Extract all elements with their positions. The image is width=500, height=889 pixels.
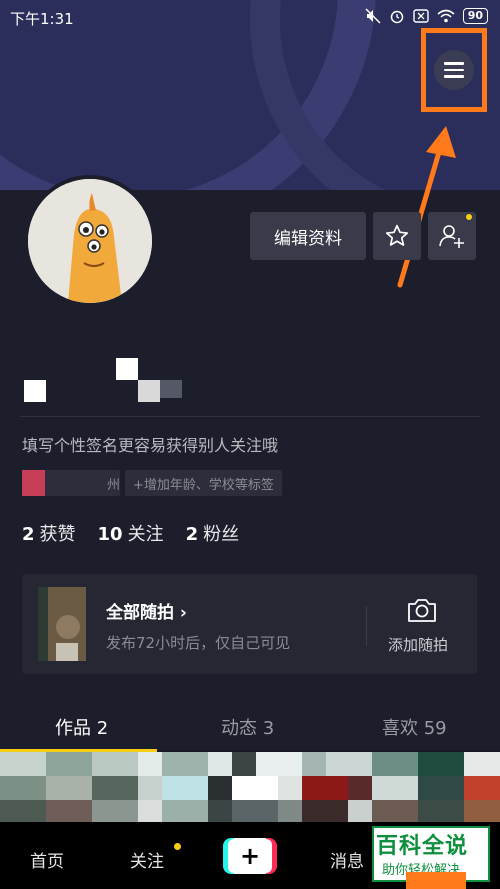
- mute-icon: [365, 8, 381, 24]
- wifi-icon: [437, 9, 455, 23]
- random-shots-card[interactable]: 全部随拍 › 发布72小时后，仅自己可见 添加随拍: [22, 574, 477, 674]
- add-user-icon: [439, 225, 464, 248]
- works-grid-censored[interactable]: [0, 752, 500, 822]
- watermark-title: 百科全说: [376, 834, 469, 859]
- nav-follow[interactable]: 关注: [130, 847, 164, 872]
- highlight-box-fragment: [406, 872, 466, 889]
- notification-dot: [466, 214, 472, 220]
- profile-stats: 2 获赞 10 关注 2 粉丝: [22, 520, 239, 546]
- tab-dynamics[interactable]: 动态 3: [221, 714, 274, 740]
- random-shots-thumbnail: [38, 587, 86, 661]
- username-censored: [24, 358, 224, 402]
- follow-notification-dot: [174, 843, 181, 850]
- location-tag-label: 州: [106, 477, 120, 493]
- random-shots-title: 全部随拍 ›: [106, 603, 187, 623]
- plus-icon: +: [228, 839, 272, 873]
- edit-profile-button[interactable]: 编辑资料: [250, 212, 366, 260]
- avatar-character-icon: [28, 179, 152, 303]
- hamburger-icon: [434, 50, 474, 90]
- stat-followers[interactable]: 2 粉丝: [186, 520, 240, 546]
- divider: [20, 416, 480, 417]
- battery-indicator: 90: [462, 8, 488, 24]
- tab-likes[interactable]: 喜欢 59: [382, 714, 447, 740]
- bio-text[interactable]: 填写个性签名更容易获得别人关注哦: [22, 432, 278, 456]
- chevron-right-icon: ›: [179, 603, 187, 623]
- create-button[interactable]: +: [223, 838, 277, 874]
- alarm-icon: [390, 10, 403, 24]
- camera-icon: [408, 599, 436, 622]
- location-tag-swatch: [22, 470, 45, 496]
- favorites-button[interactable]: [373, 212, 421, 260]
- menu-button[interactable]: [421, 28, 487, 112]
- add-tags-button[interactable]: +增加年龄、学校等标签: [125, 470, 282, 496]
- stat-likes[interactable]: 2 获赞: [22, 520, 76, 546]
- add-random-shot-button[interactable]: 添加随拍: [388, 634, 448, 655]
- avatar[interactable]: [24, 175, 156, 307]
- random-shots-subtitle: 发布72小时后，仅自己可见: [106, 634, 291, 652]
- star-icon: [385, 224, 409, 246]
- card-divider: [366, 606, 367, 646]
- status-time: 下午1:31: [10, 10, 74, 28]
- annotation-arrow: [397, 126, 456, 288]
- status-icons: 90: [365, 8, 488, 24]
- stat-following[interactable]: 10 关注: [98, 520, 164, 546]
- location-tag[interactable]: 州: [22, 470, 120, 496]
- nav-home[interactable]: 首页: [30, 847, 64, 872]
- sim-icon: [412, 9, 429, 23]
- nav-messages[interactable]: 消息: [330, 847, 364, 872]
- tab-works[interactable]: 作品 2: [55, 714, 108, 740]
